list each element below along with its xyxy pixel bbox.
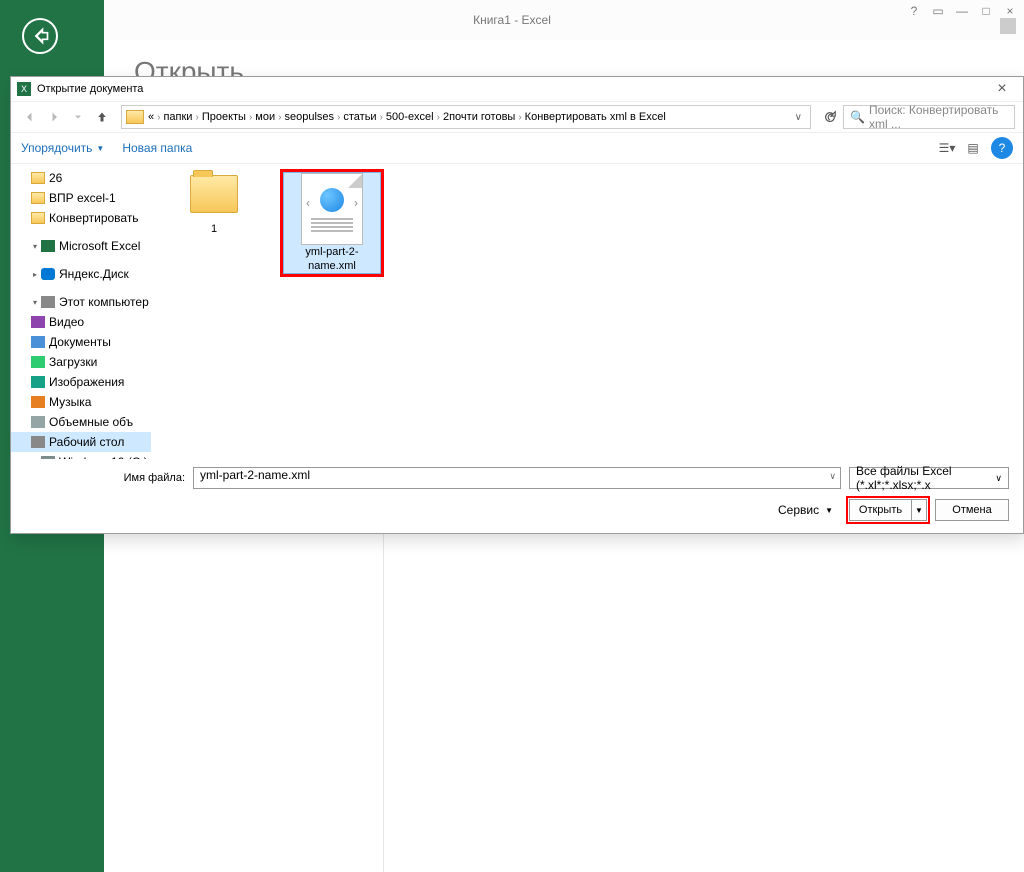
folder-icon [190, 175, 238, 213]
xml-file-icon: ‹› [301, 173, 363, 245]
crumb[interactable]: папки [163, 111, 192, 123]
filename-input[interactable]: yml-part-2-name.xml ∨ [193, 467, 841, 489]
tree-item: Загрузки [11, 352, 151, 372]
minimize-icon[interactable]: — [956, 4, 968, 18]
excel-icon: X [17, 82, 31, 96]
app-title: Книга1 - Excel [473, 13, 551, 27]
crumb[interactable]: Проекты [202, 111, 246, 123]
restore-icon[interactable]: ▭ [932, 4, 944, 18]
file-list[interactable]: 1 ‹› yml-part-2-name.xml [151, 164, 1023, 459]
open-dropdown-button[interactable]: ▼ [911, 499, 927, 521]
file-item-selected[interactable]: ‹› yml-part-2-name.xml [283, 172, 381, 274]
open-file-dialog: X Открытие документа × « ›папки ›Проекты… [10, 76, 1024, 534]
nav-up-button[interactable] [91, 106, 113, 128]
crumb[interactable]: статьи [343, 111, 376, 123]
crumb[interactable]: 500-excel [386, 111, 434, 123]
maximize-icon[interactable]: □ [980, 4, 992, 18]
tree-item: Видео [11, 312, 151, 332]
back-button[interactable] [22, 18, 58, 54]
tree-item: Конвертировать [11, 208, 151, 228]
close-icon[interactable]: × [1004, 4, 1016, 18]
service-menu[interactable]: Сервис▼ [778, 503, 833, 517]
crumb[interactable]: Конвертировать xml в Excel [525, 111, 666, 123]
tree-item: Изображения [11, 372, 151, 392]
cancel-button[interactable]: Отмена [935, 499, 1009, 521]
refresh-button[interactable] [819, 106, 841, 128]
dialog-title: Открытие документа [37, 83, 987, 95]
nav-back-button[interactable] [19, 106, 41, 128]
nav-forward-button[interactable] [43, 106, 65, 128]
folder-tree[interactable]: 26 ВПР excel-1 Конвертировать ▾Microsoft… [11, 164, 151, 459]
avatar[interactable] [1000, 18, 1016, 34]
crumb[interactable]: seopulses [284, 111, 334, 123]
close-icon[interactable]: × [987, 80, 1017, 98]
file-item-folder[interactable]: 1 [165, 172, 263, 236]
help-icon[interactable]: ? [908, 4, 920, 18]
excel-titlebar: Книга1 - Excel ? ▭ — □ × [0, 0, 1024, 40]
folder-icon [126, 110, 144, 124]
chevron-down-icon: ∨ [829, 471, 836, 482]
tree-item: ВПР excel-1 [11, 188, 151, 208]
filename-label: Имя файла: [25, 472, 185, 484]
tree-item: ▸Яндекс.Диск [11, 264, 151, 284]
preview-pane-button[interactable]: ▤ [961, 137, 985, 159]
nav-recent-button[interactable] [67, 106, 89, 128]
open-button[interactable]: Открыть ▼ [849, 499, 927, 521]
tree-item: Документы [11, 332, 151, 352]
crumb[interactable]: 2почти готовы [443, 111, 515, 123]
tree-item: ▸Windows 10 (C:) [11, 452, 151, 459]
file-type-filter[interactable]: Все файлы Excel (*.xl*;*.xlsx;*.x∨ [849, 467, 1009, 489]
tree-item: ▾Этот компьютер [11, 292, 151, 312]
dialog-toolbar: Упорядочить▼ Новая папка ☰▾ ▤ ? [11, 133, 1023, 163]
tree-item-selected: Рабочий стол [11, 432, 151, 452]
chevron-down-icon[interactable]: ∨ [791, 112, 806, 123]
new-folder-button[interactable]: Новая папка [122, 141, 192, 155]
dialog-titlebar: X Открытие документа × [11, 77, 1023, 101]
tree-item: 26 [11, 168, 151, 188]
view-mode-button[interactable]: ☰▾ [935, 137, 959, 159]
nav-bar: « ›папки ›Проекты ›мои ›seopulses ›стать… [11, 101, 1023, 133]
breadcrumb[interactable]: « ›папки ›Проекты ›мои ›seopulses ›стать… [121, 105, 811, 129]
organize-menu[interactable]: Упорядочить▼ [21, 141, 104, 155]
tree-item: Музыка [11, 392, 151, 412]
help-icon[interactable]: ? [991, 137, 1013, 159]
tree-item: Объемные объ [11, 412, 151, 432]
search-icon: 🔍 [850, 110, 865, 124]
search-input[interactable]: 🔍 Поиск: Конвертировать xml ... [843, 105, 1015, 129]
crumb[interactable]: мои [255, 111, 275, 123]
tree-item: ▾Microsoft Excel [11, 236, 151, 256]
